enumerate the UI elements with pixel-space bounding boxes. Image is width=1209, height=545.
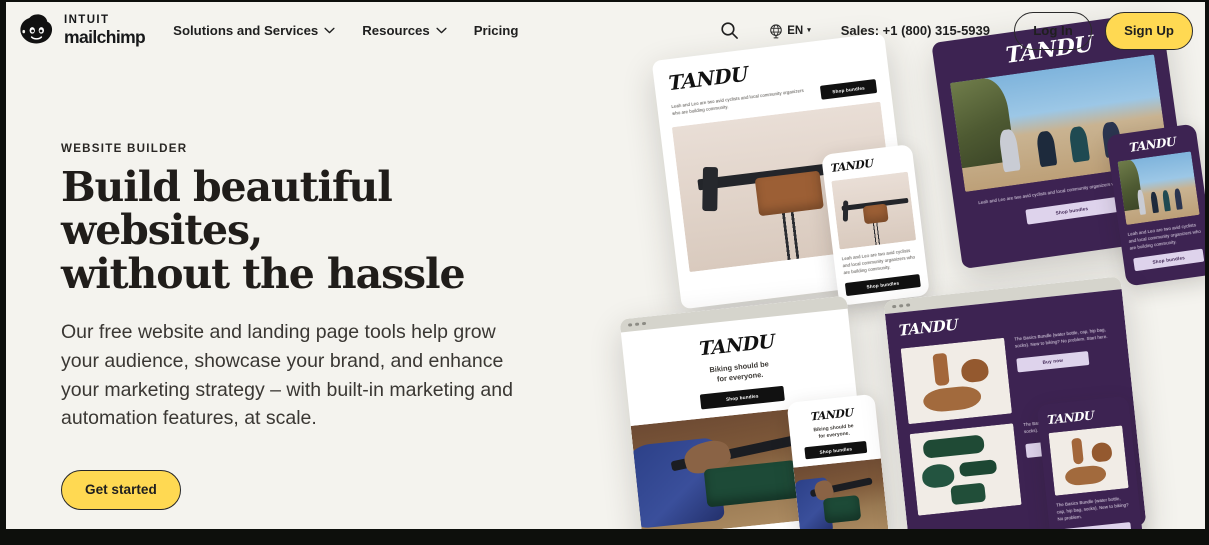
page-title: Build beautiful websites, without the ha… [61, 163, 531, 298]
product-photo-brown-bundle [900, 337, 1013, 425]
search-button[interactable] [714, 16, 744, 46]
sign-up-button[interactable]: Sign Up [1105, 11, 1193, 50]
get-started-button[interactable]: Get started [61, 469, 181, 510]
buy-now-button[interactable]: Buy now [1016, 350, 1090, 373]
chevron-down-icon [324, 27, 335, 34]
product-photo-green-bundle [909, 423, 1022, 516]
language-label: EN [787, 24, 804, 37]
nav-label: Pricing [473, 23, 519, 38]
logo-mailchimp-text: mailchimp [64, 26, 146, 47]
shop-bundles-button[interactable]: Shop bundles [804, 440, 868, 460]
tandu-wordmark: TANDU [810, 406, 854, 424]
shop-bundles-button[interactable]: Shop bundles [844, 274, 921, 297]
lifestyle-photo-bike-green [793, 458, 889, 529]
window-dot [906, 303, 911, 308]
card-body-text: Leah and Leo are two avid cyclists and l… [841, 247, 916, 275]
collage-card-phone-bike-green: TANDU Biking should be for everyone. Sho… [786, 393, 890, 529]
hero-image-collage: TANDU Leah and Leo are two avid cyclists… [606, 2, 1205, 529]
window-dot [642, 321, 647, 326]
nav-item-pricing[interactable]: Pricing [474, 23, 519, 38]
nav-item-resources[interactable]: Resources [362, 23, 447, 38]
collage-card-phone-bike-brown: TANDU Leah and Leo are two avid cyclists… [821, 144, 930, 306]
product-photo-bike-brown [831, 171, 917, 250]
tandu-wordmark: TANDU [830, 156, 874, 176]
sales-phone-link[interactable]: Sales: +1 (800) 315-5939 [841, 23, 990, 38]
shop-bundles-button[interactable]: Shop bundles [819, 79, 878, 100]
globe-icon [770, 23, 783, 38]
search-icon [721, 22, 738, 39]
hero-subtitle: Our free website and landing page tools … [61, 321, 513, 430]
product-photo-brown-bundle [1048, 425, 1129, 496]
chevron-down-icon [436, 27, 447, 34]
window-dot [892, 304, 896, 309]
collage-card-phone-cyclists: TANDU Leah and Leo are two avid cyclists… [1105, 123, 1205, 287]
main-nav: Solutions and Services Resources Pricing [173, 23, 518, 38]
hero-eyebrow: WEBSITE BUILDER [61, 142, 188, 155]
mailchimp-logo[interactable]: INTUIT mailchimp [18, 13, 146, 48]
nav-item-solutions-and-services[interactable]: Solutions and Services [173, 23, 335, 38]
card-body-text: The Basics Bundle (water bottle, cap, hi… [1055, 495, 1129, 522]
window-dot [899, 303, 904, 308]
tandu-wordmark: TANDU [1046, 408, 1095, 428]
log-in-button[interactable]: Log In [1014, 11, 1092, 50]
lifestyle-photo-cyclists [1117, 151, 1200, 226]
window-dot [627, 323, 632, 327]
site-header: INTUIT mailchimp Solutions and Services … [6, 2, 1205, 59]
browser-viewport: INTUIT mailchimp Solutions and Services … [6, 2, 1205, 529]
card-body-text: The Basics Bundle (water bottle, cap, hi… [1014, 327, 1108, 349]
shop-bundles-button[interactable]: Shop bundles [1133, 249, 1205, 272]
buy-now-button[interactable]: Buy now [1060, 522, 1132, 529]
shop-bundles-button[interactable]: Shop bundles [1025, 196, 1119, 225]
nav-label: Resources [362, 23, 430, 38]
card-body-text: Leah and Leo are two avid cyclists and l… [1127, 222, 1202, 251]
freddie-monkey-icon [20, 13, 53, 44]
hero-title-line-2: without the hassle [61, 249, 466, 298]
language-selector[interactable]: EN ▾ [768, 23, 811, 39]
language-caret-icon: ▾ [807, 27, 811, 34]
nav-label: Solutions and Services [173, 23, 319, 38]
window-dot [635, 322, 639, 327]
shop-bundles-button[interactable]: Shop bundles [699, 385, 785, 410]
hero-title-line-1: Build beautiful websites, [61, 163, 393, 255]
hero-content: WEBSITE BUILDER Build beautiful websites… [61, 142, 561, 510]
collage-card-phone-product-bundles: TANDU The Basics Bundle (water bottle, c… [1036, 395, 1144, 529]
logo-intuit-text: INTUIT [64, 14, 110, 26]
header-actions: EN ▾ Sales: +1 (800) 315-5939 Log In Sig… [714, 11, 1193, 50]
